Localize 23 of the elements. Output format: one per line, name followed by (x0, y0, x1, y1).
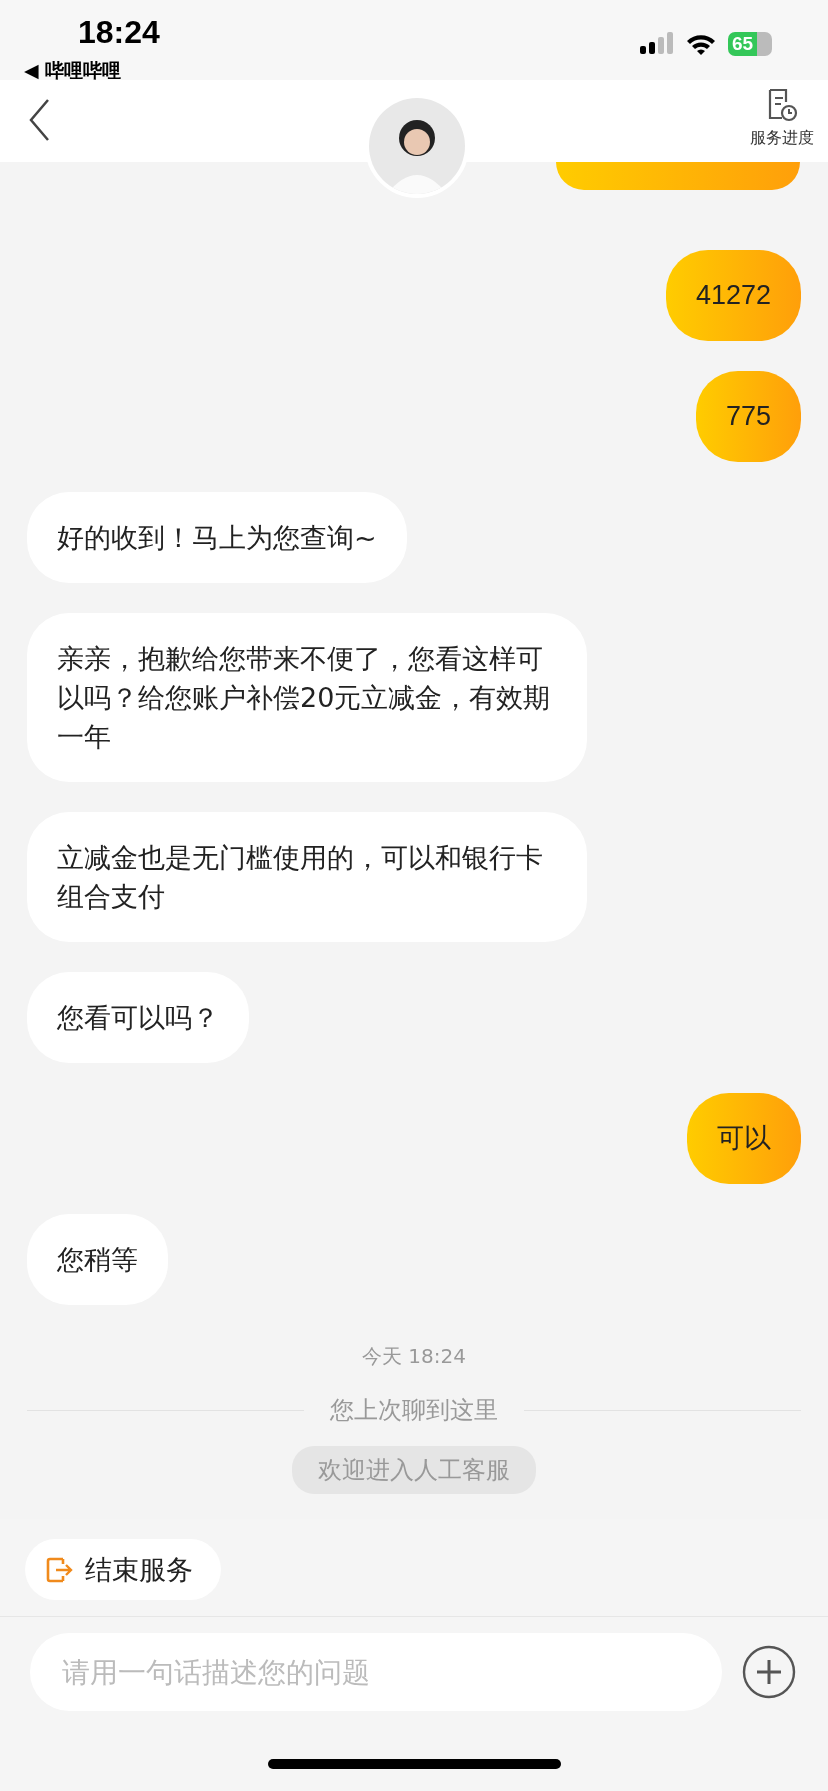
service-progress-button[interactable]: 服务进度 (750, 88, 814, 149)
received-message: 立减金也是无门槛使用的，可以和银行卡组合支付 (27, 812, 587, 942)
sent-message: 可以 (687, 1093, 801, 1184)
signal-icon (640, 32, 674, 56)
end-service-button[interactable]: 结束服务 (25, 1539, 221, 1600)
received-message: 好的收到！马上为您查询~ (27, 492, 407, 583)
history-divider-label: 您上次聊到这里 (330, 1395, 498, 1426)
message-input[interactable]: 请用一句话描述您的问题 (30, 1633, 722, 1711)
wifi-icon (686, 33, 716, 55)
back-to-app-link[interactable]: ◀ 哔哩哔哩 (24, 58, 122, 84)
received-message: 亲亲，抱歉给您带来不便了，您看这样可以吗？给您账户补偿20元立减金，有效期一年 (27, 613, 587, 782)
status-time: 18:24 (78, 14, 160, 51)
timestamp: 今天 18:24 (362, 1343, 466, 1370)
exit-icon (45, 1555, 73, 1584)
document-clock-icon (766, 88, 798, 122)
back-icon[interactable] (28, 98, 52, 142)
system-notice: 欢迎进入人工客服 (292, 1446, 536, 1494)
received-message: 您稍等 (27, 1214, 168, 1305)
received-message: 您看可以吗？ (27, 972, 249, 1063)
add-icon[interactable] (742, 1645, 796, 1699)
sent-message: 775 (695, 371, 801, 462)
battery-indicator: 65 (728, 32, 772, 56)
sent-message: 41272 (665, 250, 801, 341)
